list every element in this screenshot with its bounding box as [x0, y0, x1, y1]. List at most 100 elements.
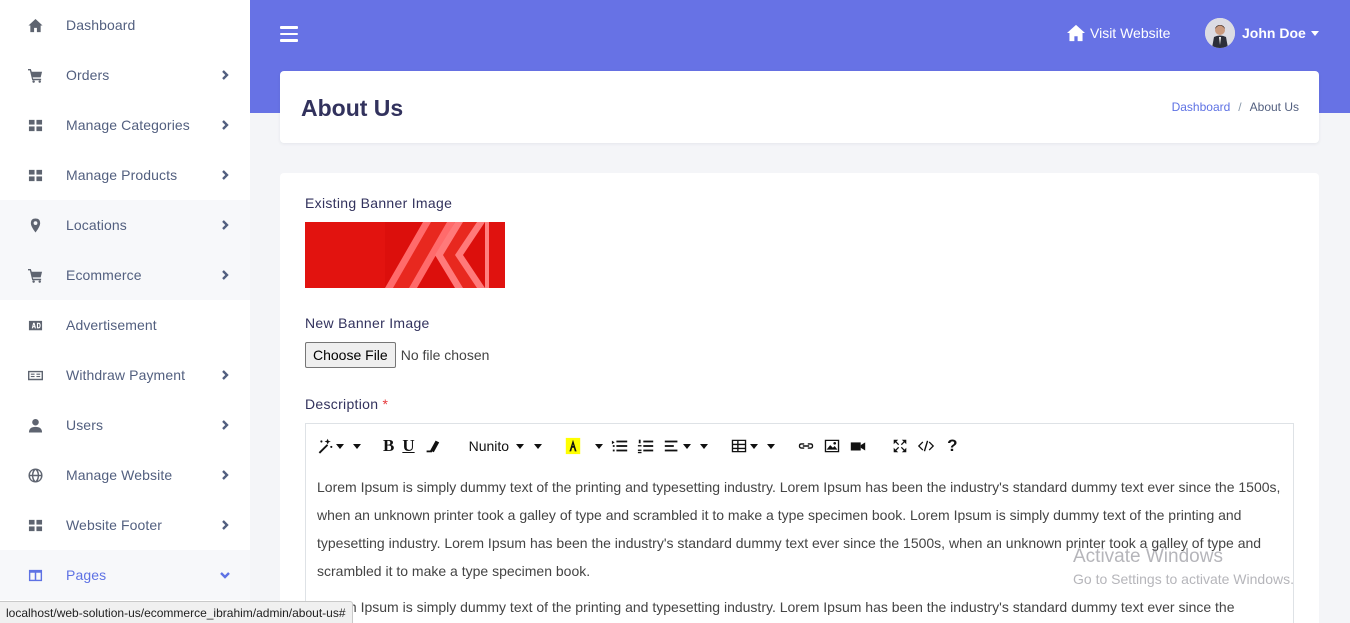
sidebar-item-manage-categories[interactable]: Manage Categories [0, 100, 250, 150]
sidebar-item-label: Advertisement [66, 317, 157, 333]
align-left-icon [664, 440, 678, 452]
globe-icon [26, 466, 44, 484]
breadcrumb: Dashboard / About Us [1172, 100, 1299, 114]
table-dropdown[interactable] [730, 434, 776, 458]
sidebar-item-label: Users [66, 417, 104, 433]
video-icon [850, 442, 866, 451]
visit-website-label: Visit Website [1090, 25, 1171, 41]
existing-banner-image [305, 222, 505, 288]
fullscreen-icon [893, 439, 907, 453]
link-icon [798, 443, 814, 449]
chevron-right-icon [218, 518, 232, 532]
sidebar-item-label: Locations [66, 217, 127, 233]
page-title: About Us [301, 95, 404, 121]
code-icon [917, 440, 935, 452]
sidebar-item-users[interactable]: Users [0, 400, 250, 450]
editor-paragraph: Lorem Ipsum is simply dummy text of the … [317, 479, 1281, 579]
insert-image-button[interactable] [823, 434, 841, 458]
sidebar-item-label: Manage Categories [66, 117, 190, 133]
help-button[interactable]: ? [947, 434, 957, 458]
clear-format-button[interactable] [423, 434, 441, 458]
sidebar-item-label: Withdraw Payment [66, 367, 186, 383]
paragraph-align-dropdown[interactable] [663, 434, 709, 458]
grid-icon [26, 166, 44, 184]
sidebar-item-withdraw-payment[interactable]: Withdraw Payment [0, 350, 250, 400]
existing-banner-label: Existing Banner Image [305, 195, 453, 211]
breadcrumb-dashboard-link[interactable]: Dashboard [1172, 100, 1231, 114]
visit-website-link[interactable]: Visit Website [1066, 24, 1170, 42]
sidebar-item-label: Manage Products [66, 167, 178, 183]
chevron-down-icon [218, 568, 232, 582]
about-us-form: Existing Banner Image New Banner Image C… [280, 173, 1319, 623]
insert-link-button[interactable] [797, 434, 815, 458]
magic-wand-icon [318, 438, 333, 454]
underline-button[interactable]: U [402, 434, 414, 458]
insert-video-button[interactable] [849, 434, 867, 458]
new-banner-label: New Banner Image [305, 315, 430, 331]
breadcrumb-current: About Us [1249, 100, 1299, 114]
sidebar-item-manage-website[interactable]: Manage Website [0, 450, 250, 500]
sidebar-item-pages[interactable]: Pages [0, 550, 250, 600]
chevron-right-icon [218, 468, 232, 482]
chevron-right-icon [218, 218, 232, 232]
editor-paragraph: Lorem Ipsum is simply dummy text of the … [317, 599, 1235, 615]
columns-icon [26, 566, 44, 584]
ordered-list-button[interactable] [637, 434, 655, 458]
user-name: John Doe [1242, 25, 1306, 41]
list-ol-icon [637, 439, 654, 454]
text-color-button[interactable] [564, 434, 604, 458]
sidebar-item-locations[interactable]: Locations [0, 200, 250, 250]
chevron-right-icon [218, 168, 232, 182]
sidebar-item-label: Ecommerce [66, 267, 142, 283]
home-icon [26, 16, 44, 34]
style-dropdown[interactable] [316, 434, 361, 458]
chevron-right-icon [218, 68, 232, 82]
sidebar-item-ecommerce[interactable]: Ecommerce [0, 250, 250, 300]
sidebar-item-dashboard[interactable]: Dashboard [0, 0, 250, 50]
cart-icon [26, 266, 44, 284]
unordered-list-button[interactable] [611, 434, 629, 458]
file-input[interactable]: Choose File No file chosen [305, 342, 489, 368]
text-color-icon [565, 437, 581, 455]
rich-text-editor[interactable]: B U Nunito ? Lorem Ipsum is simply dummy… [305, 423, 1294, 623]
sidebar-item-label: Pages [66, 567, 107, 583]
sidebar-item-website-footer[interactable]: Website Footer [0, 500, 250, 550]
required-mark: * [382, 396, 389, 412]
description-label-text: Description [305, 396, 379, 412]
list-ul-icon [611, 440, 628, 452]
menu-toggle-icon[interactable] [280, 26, 298, 42]
description-label: Description * [305, 396, 388, 412]
sidebar-item-label: Manage Website [66, 467, 173, 483]
table-icon [731, 439, 747, 453]
chevron-right-icon [218, 268, 232, 282]
code-view-button[interactable] [917, 434, 935, 458]
cart-icon [26, 66, 44, 84]
user-menu[interactable]: John Doe [1205, 18, 1319, 48]
bold-button[interactable]: B [383, 434, 394, 458]
chevron-right-icon [218, 418, 232, 432]
editor-toolbar: B U Nunito ? [306, 424, 1293, 468]
sidebar-item-label: Website Footer [66, 517, 163, 533]
avatar [1205, 18, 1235, 48]
page-header-card: About Us Dashboard / About Us [280, 71, 1319, 143]
sidebar-item-manage-products[interactable]: Manage Products [0, 150, 250, 200]
chevron-right-icon [218, 118, 232, 132]
ad-icon [26, 316, 44, 334]
caret-down-icon [1310, 30, 1319, 36]
font-family-dropdown[interactable]: Nunito [461, 434, 543, 458]
sidebar-item-advertisement[interactable]: Advertisement [0, 300, 250, 350]
money-icon [26, 366, 44, 384]
sidebar-item-orders[interactable]: Orders [0, 50, 250, 100]
user-icon [26, 416, 44, 434]
home-icon [1067, 24, 1085, 42]
map-pin-icon [26, 216, 44, 234]
chevron-right-icon [218, 368, 232, 382]
sidebar-item-label: Orders [66, 67, 110, 83]
file-status: No file chosen [400, 347, 490, 363]
fullscreen-button[interactable] [891, 434, 909, 458]
font-name: Nunito [468, 438, 510, 454]
image-icon [824, 439, 840, 453]
choose-file-button[interactable]: Choose File [305, 342, 396, 368]
editor-content[interactable]: Lorem Ipsum is simply dummy text of the … [306, 468, 1293, 621]
sidebar-item-label: Dashboard [66, 17, 136, 33]
